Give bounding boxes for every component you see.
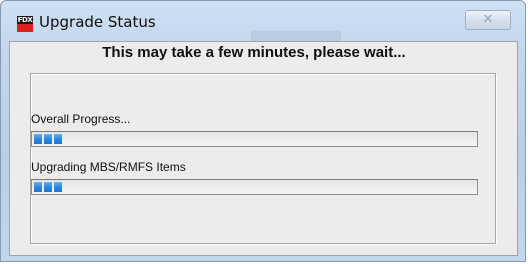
- progress-block: [34, 134, 42, 144]
- progress-block: [54, 182, 62, 192]
- items-progress-fill: [34, 182, 477, 192]
- close-icon: ✕: [482, 12, 494, 27]
- progress-group-box: [30, 73, 496, 244]
- overall-progress-fill: [34, 134, 477, 144]
- fdx-app-icon: FDX: [17, 16, 33, 32]
- progress-block: [54, 134, 62, 144]
- progress-block: [44, 182, 52, 192]
- overall-progress-bar: [31, 131, 478, 147]
- window-title: Upgrade Status: [39, 13, 156, 31]
- overall-progress-label: Overall Progress...: [31, 112, 131, 126]
- app-icon-red-band: [17, 24, 33, 32]
- progress-block: [44, 134, 52, 144]
- upgrade-status-window: FDX Upgrade Status ✕ This may take a few…: [0, 0, 526, 262]
- items-progress-label: Upgrading MBS/RMFS Items: [31, 160, 186, 174]
- progress-block: [34, 182, 42, 192]
- dialog-client-area: [9, 41, 518, 256]
- close-button[interactable]: ✕: [465, 10, 511, 30]
- title-bar[interactable]: FDX Upgrade Status ✕: [1, 1, 525, 41]
- wait-message: This may take a few minutes, please wait…: [102, 44, 406, 61]
- app-icon-text: FDX: [17, 16, 33, 24]
- items-progress-bar: [31, 179, 478, 195]
